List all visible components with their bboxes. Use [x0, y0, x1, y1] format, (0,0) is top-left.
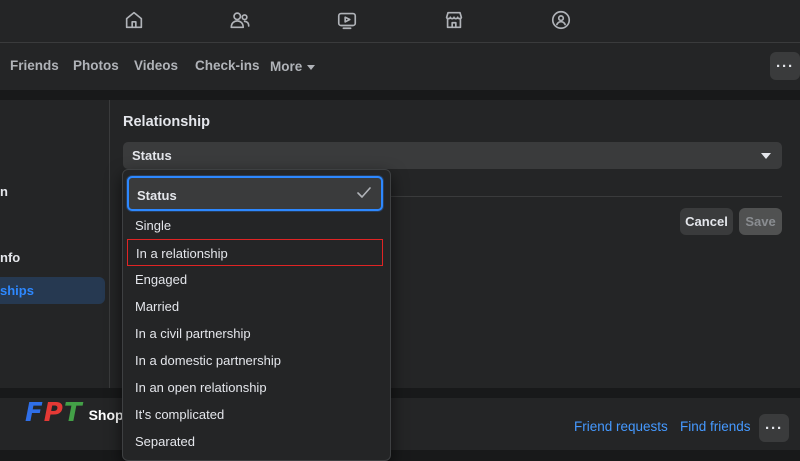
check-icon: [357, 187, 371, 198]
profile-more-button[interactable]: ···: [770, 52, 800, 80]
status-dropdown-menu: Status Single In a relationship Engaged …: [122, 169, 391, 461]
friend-requests-link[interactable]: Friend requests: [574, 398, 668, 456]
about-sidebar: n nfo ships: [0, 100, 110, 388]
option-civil-partnership[interactable]: In a civil partnership: [127, 320, 383, 347]
fpt-logo-text: Shop: [88, 407, 124, 423]
home-icon[interactable]: [122, 8, 146, 32]
tab-more-label: More: [270, 58, 303, 74]
marketplace-icon[interactable]: [442, 8, 466, 32]
friends-more-button[interactable]: ···: [759, 414, 789, 442]
sidebar-item-relationships[interactable]: ships: [0, 277, 105, 304]
option-single[interactable]: Single: [127, 212, 383, 239]
sidebar-item-partial-2[interactable]: nfo: [0, 250, 20, 265]
fpt-shop-logo: F P T Shop: [25, 393, 124, 433]
option-label: Status: [137, 188, 177, 203]
fpt-logo-letter-p: P: [43, 398, 64, 428]
fpt-logo-letter-f: F: [25, 398, 44, 428]
caret-down-icon: [761, 153, 771, 159]
tab-photos[interactable]: Photos: [73, 43, 119, 90]
option-married[interactable]: Married: [127, 293, 383, 320]
tab-videos[interactable]: Videos: [134, 43, 178, 90]
watch-icon[interactable]: [335, 8, 359, 32]
option-in-a-relationship[interactable]: In a relationship: [127, 239, 383, 266]
find-friends-link[interactable]: Find friends: [680, 398, 751, 456]
top-navigation: [0, 0, 800, 43]
groups-icon[interactable]: [549, 8, 573, 32]
option-its-complicated[interactable]: It's complicated: [127, 401, 383, 428]
about-panel: n nfo ships Relationship Status Cancel S…: [0, 100, 800, 388]
section-gap: [0, 90, 800, 100]
status-select-value: Status: [132, 148, 172, 163]
cancel-button[interactable]: Cancel: [680, 208, 733, 235]
friends-icon[interactable]: [228, 8, 252, 32]
option-domestic-partnership[interactable]: In a domestic partnership: [127, 347, 383, 374]
option-open-relationship[interactable]: In an open relationship: [127, 374, 383, 401]
option-status[interactable]: Status: [127, 176, 383, 211]
status-select[interactable]: Status: [123, 142, 782, 169]
section-title: Relationship: [123, 114, 211, 130]
option-separated[interactable]: Separated: [127, 428, 383, 455]
tab-friends[interactable]: Friends: [10, 43, 59, 90]
sidebar-item-partial-1[interactable]: n: [0, 184, 8, 199]
profile-tab-bar: Friends Photos Videos Check-ins More ···: [0, 43, 800, 90]
save-button[interactable]: Save: [739, 208, 782, 235]
caret-down-icon: [307, 65, 316, 70]
option-engaged[interactable]: Engaged: [127, 266, 383, 293]
tab-more[interactable]: More: [270, 43, 316, 90]
fpt-logo-letter-t: T: [63, 398, 83, 428]
tab-check-ins[interactable]: Check-ins: [195, 43, 260, 90]
